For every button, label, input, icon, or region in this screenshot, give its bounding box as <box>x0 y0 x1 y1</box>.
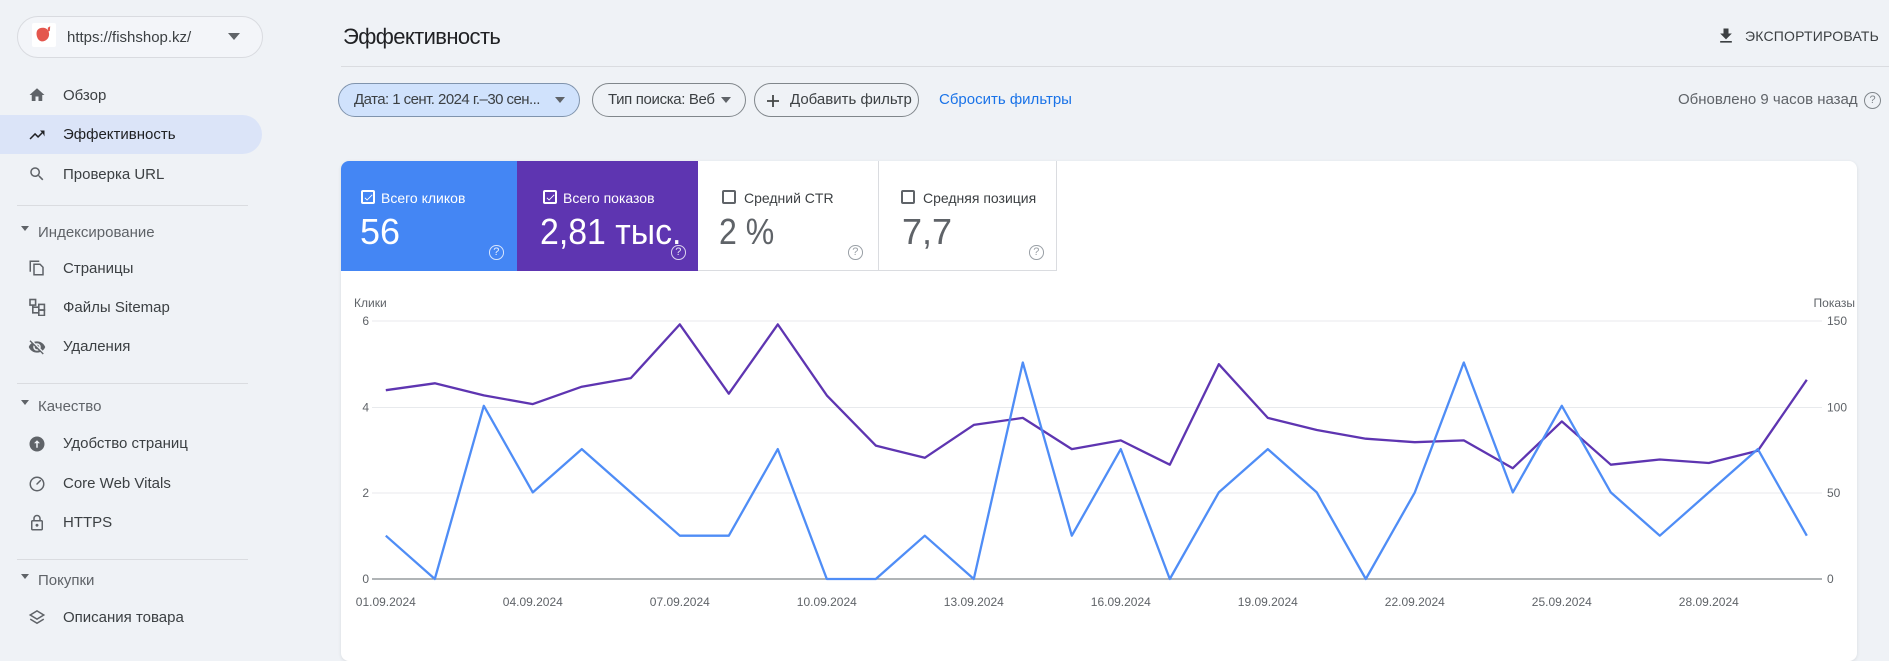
svg-text:22.09.2024: 22.09.2024 <box>1385 595 1445 609</box>
svg-text:01.09.2024: 01.09.2024 <box>356 595 416 609</box>
svg-text:50: 50 <box>1827 486 1841 500</box>
svg-text:0: 0 <box>1827 572 1834 586</box>
svg-text:16.09.2024: 16.09.2024 <box>1091 595 1151 609</box>
svg-text:13.09.2024: 13.09.2024 <box>944 595 1004 609</box>
svg-text:04.09.2024: 04.09.2024 <box>503 595 563 609</box>
svg-text:07.09.2024: 07.09.2024 <box>650 595 710 609</box>
svg-text:19.09.2024: 19.09.2024 <box>1238 595 1298 609</box>
svg-text:0: 0 <box>362 572 369 586</box>
svg-text:100: 100 <box>1827 401 1847 415</box>
svg-text:150: 150 <box>1827 314 1847 328</box>
svg-text:Показы: Показы <box>1814 296 1855 310</box>
svg-text:25.09.2024: 25.09.2024 <box>1532 595 1592 609</box>
svg-text:6: 6 <box>362 314 369 328</box>
svg-text:Клики: Клики <box>354 296 387 310</box>
svg-text:4: 4 <box>362 401 369 415</box>
svg-text:28.09.2024: 28.09.2024 <box>1679 595 1739 609</box>
svg-text:2: 2 <box>362 486 369 500</box>
svg-text:10.09.2024: 10.09.2024 <box>797 595 857 609</box>
